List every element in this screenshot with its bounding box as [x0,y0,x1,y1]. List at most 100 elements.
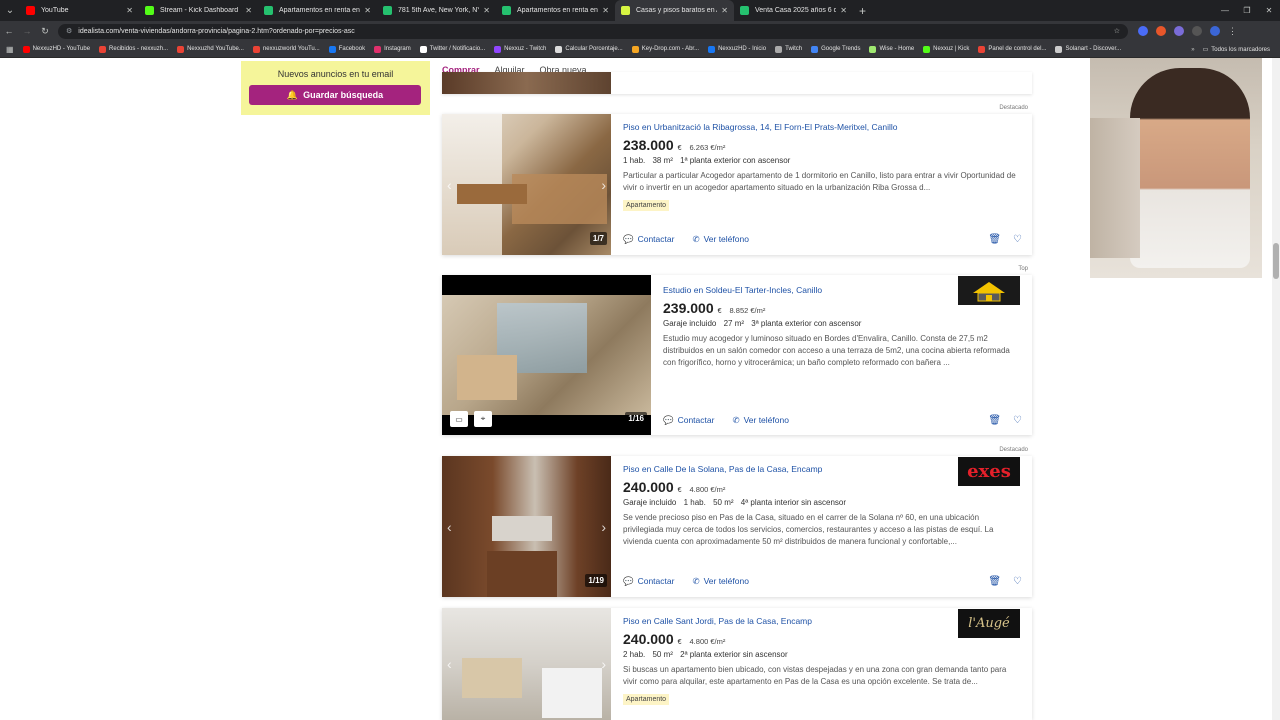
video-icon[interactable]: ▭ [450,411,468,427]
listing-description[interactable]: Particular a particular Acogedor apartam… [623,170,1021,194]
browser-tab[interactable]: YouTube ✕ [20,0,139,21]
next-photo-icon[interactable]: › [601,177,606,193]
browser-tab[interactable]: Venta Casa 2025 años 6 dormit✕ [734,0,853,21]
previous-listing-card[interactable] [442,72,1032,94]
browser-tab[interactable]: Apartamentos en renta en Las ✕ [496,0,615,21]
extension-icon[interactable] [1156,26,1166,36]
listing-description[interactable]: Si buscas un apartamento bien ubicado, c… [623,664,1021,688]
next-photo-icon[interactable]: › [601,656,606,672]
tab-close-icon[interactable]: ✕ [483,6,490,15]
listing-photo[interactable] [442,72,611,94]
browser-tab[interactable]: Stream - Kick Dashboard ✕ [139,0,258,21]
forward-icon[interactable]: → [18,21,36,41]
listing-photo[interactable]: ‹ › 1/7 [442,114,611,255]
contact-button[interactable]: 💬 Contactar [663,415,714,426]
reload-icon[interactable]: ↻ [36,21,54,41]
listing-card[interactable]: ‹ › 1/7 Piso en Urbanització la Ribagros… [442,114,1032,255]
trash-icon[interactable]: 🗑 [988,234,1001,245]
listing-photo[interactable]: ▭ ⌖ 1/16 [442,275,651,435]
trash-icon[interactable]: 🗑 [988,415,1001,426]
listing-card[interactable]: ‹ › Piso en Calle Sant Jordi, Pas de la … [442,608,1032,720]
phone-button[interactable]: ✆ Ver teléfono [732,415,789,426]
extension-icon[interactable] [1174,26,1184,36]
agency-logo[interactable]: l'Augé [958,609,1020,638]
heart-icon[interactable]: ♡ [1013,576,1022,587]
bookmark-item[interactable]: Nexxuz | Kick [923,45,969,53]
detail-item: Garaje incluido [623,498,677,507]
bookmark-item[interactable]: Key-Drop.com - Abr... [631,45,699,53]
browser-tab[interactable]: 781 5th Ave, New York, NY 100 ✕ [377,0,496,21]
phone-button[interactable]: ✆ Ver teléfono [692,576,749,587]
tab-search-icon[interactable]: ⌄ [0,0,20,21]
bookmark-item[interactable]: Solanart - Discover... [1055,45,1121,53]
bookmark-item[interactable]: Twitch [775,45,802,53]
heart-icon[interactable]: ♡ [1013,234,1022,245]
bookmark-item[interactable]: Google Trends [811,45,860,53]
listing-icon-actions: 🗑 ♡ [988,576,1022,587]
save-search-button[interactable]: 🔔 Guardar búsqueda [249,85,421,105]
menu-kebab-icon[interactable]: ⋮ [1228,26,1237,36]
listing-photo[interactable]: ‹ › 1/19 [442,456,611,597]
bookmark-item[interactable]: Instagram [374,45,411,53]
tab-close-icon[interactable]: ✕ [721,6,728,15]
listing-price: 239.000 [663,300,714,316]
site-info-icon[interactable]: ⚙ [66,27,72,35]
bookmark-item[interactable]: Calcular Porcentaje... [555,45,623,53]
bookmark-item[interactable]: Panel de control del... [978,45,1046,53]
bookmark-item[interactable]: Facebook [328,45,365,53]
listing-description[interactable]: Se vende precioso piso en Pas de la Casa… [623,512,1021,548]
prev-photo-icon[interactable]: ‹ [447,177,452,193]
tab-favicon-icon [502,6,511,15]
contact-button[interactable]: 💬 Contactar [623,234,674,245]
map-pin-icon[interactable]: ⌖ [474,411,492,427]
minimize-icon[interactable]: — [1214,0,1236,21]
bookmark-item[interactable]: Nexxuz - Twitch [494,45,546,53]
bookmark-favicon-icon [22,45,30,53]
back-icon[interactable]: ← [0,21,18,41]
listing-body: Piso en Urbanització la Ribagrossa, 14, … [623,122,1021,212]
trash-icon[interactable]: 🗑 [988,576,1001,587]
bookmark-item[interactable]: Nexxuzhd YouTube... [177,45,244,53]
all-bookmarks[interactable]: » ▭ Todos los marcadores [1191,41,1270,58]
close-window-icon[interactable]: ✕ [1258,0,1280,21]
bookmark-item[interactable]: Recibidos - nexxuzh... [99,45,168,53]
tab-close-icon[interactable]: ✕ [126,6,133,15]
next-photo-icon[interactable]: › [601,519,606,535]
phone-button[interactable]: ✆ Ver teléfono [692,234,749,245]
bookmark-item[interactable]: NexxuzHD - YouTube [22,45,90,53]
tab-close-icon[interactable]: ✕ [602,6,609,15]
url-field[interactable]: ⚙ idealista.com/venta-viviendas/andorra-… [58,23,1128,39]
tab-close-icon[interactable]: ✕ [840,6,847,15]
apps-grid-icon[interactable]: ▦ [6,45,14,54]
browser-tab[interactable]: Apartamentos en renta en New ✕ [258,0,377,21]
prev-photo-icon[interactable]: ‹ [447,519,452,535]
prev-photo-icon[interactable]: ‹ [447,656,452,672]
bookmark-item[interactable]: nexxuzworld YouTu... [252,45,320,53]
contact-button[interactable]: 💬 Contactar [623,576,674,587]
profile-avatar-icon[interactable] [1210,26,1220,36]
url-text: idealista.com/venta-viviendas/andorra-pr… [78,27,355,35]
agency-logo[interactable]: exes [958,457,1020,486]
listing-description[interactable]: Estudio muy acogedor y luminoso situado … [663,333,1021,369]
listing-card[interactable]: ‹ › 1/19 Piso en Calle De la Solana, Pas… [442,456,1032,597]
phone-icon: ✆ [692,576,700,586]
bookmark-star-icon[interactable]: ☆ [1114,27,1120,35]
scrollbar-thumb[interactable] [1273,243,1279,279]
new-tab-button[interactable]: + [859,4,866,18]
bookmark-favicon-icon [708,45,716,53]
extensions-puzzle-icon[interactable] [1192,26,1202,36]
bookmark-item[interactable]: Twitter / Notificacio... [419,45,485,53]
tab-close-icon[interactable]: ✕ [364,6,371,15]
page-scrollbar[interactable] [1272,58,1280,720]
listing-card[interactable]: ▭ ⌖ 1/16 Estudio en Soldeu-El Tarter-Inc… [442,275,1032,435]
browser-tab[interactable]: Casas y pisos baratos en Andor ✕ [615,0,734,21]
heart-icon[interactable]: ♡ [1013,415,1022,426]
maximize-icon[interactable]: ❐ [1236,0,1258,21]
tab-close-icon[interactable]: ✕ [245,6,252,15]
bookmark-item[interactable]: Wise - Home [869,45,914,53]
agency-logo[interactable] [958,276,1020,305]
bookmark-item[interactable]: NexxuzHD - Inicio [708,45,766,53]
listing-photo[interactable]: ‹ › [442,608,611,720]
listing-title[interactable]: Piso en Urbanització la Ribagrossa, 14, … [623,122,1021,132]
extension-icon[interactable] [1138,26,1148,36]
